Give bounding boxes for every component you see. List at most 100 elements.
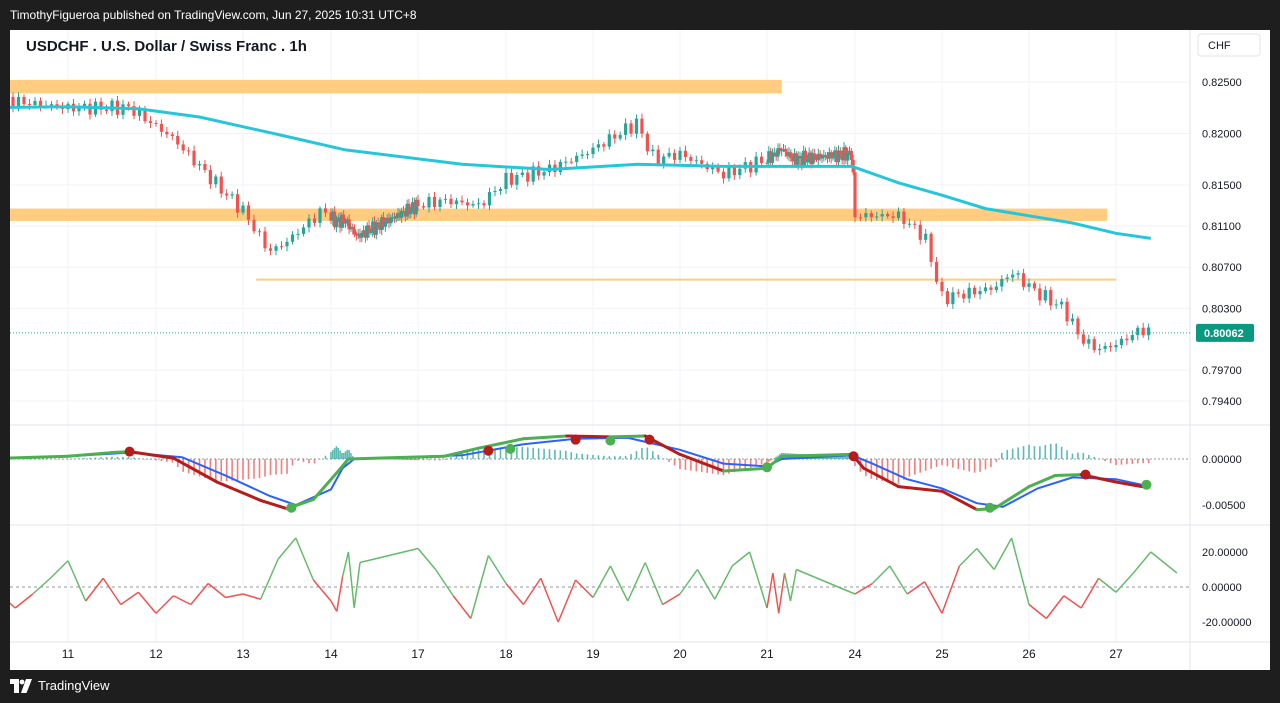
currency-button[interactable]: CHF (1197, 33, 1261, 57)
candle (263, 226, 267, 252)
candle (683, 145, 688, 162)
macd-histogram-bar (635, 451, 638, 459)
candle-body (342, 214, 346, 224)
candle (1054, 299, 1058, 310)
macd-tick-label: -0.00500 (1202, 500, 1245, 512)
candle (443, 194, 448, 204)
candle (1049, 286, 1053, 311)
candle (694, 155, 698, 165)
candle-body (918, 224, 922, 240)
macd-histogram-bar (236, 459, 239, 481)
oscillator-segment (714, 565, 733, 600)
oscillator-segment (277, 537, 297, 560)
macd-cross-marker (1141, 479, 1152, 490)
candle-body (1049, 290, 1053, 306)
candle-body (367, 225, 371, 233)
candle-body (170, 134, 174, 136)
candle (487, 187, 492, 210)
macd-histogram-bar (341, 452, 343, 459)
chart-svg[interactable]: 0.82500 0.82000 0.81500 0.81100 0.80700 0.803… (0, 30, 1270, 670)
candle (531, 162, 535, 185)
macd-histogram-bar (406, 459, 408, 460)
macd-histogram-bar (914, 459, 916, 475)
macd-histogram-bar (335, 446, 338, 459)
candle-body (27, 104, 32, 106)
publish-bar: TimothyFigueroa published on TradingView… (0, 0, 1280, 30)
oscillator-segment (452, 595, 472, 619)
candle (214, 174, 218, 188)
tradingview-brand[interactable]: TradingView (10, 678, 110, 693)
candle (449, 194, 453, 208)
macd-histogram-bar (171, 459, 174, 463)
candle-body (886, 214, 890, 217)
macd-histogram-bar (690, 459, 692, 471)
macd-histogram-bar (1060, 446, 1063, 459)
candle-body (624, 123, 628, 135)
macd-histogram-bar (433, 459, 436, 461)
candle-body (580, 154, 584, 156)
candle (629, 120, 633, 137)
candle (1016, 270, 1020, 280)
oscillator-segment (575, 579, 594, 599)
macd-histogram-bar (319, 459, 321, 460)
macd-histogram-bar (935, 459, 938, 467)
candle (1114, 339, 1118, 352)
candle (934, 257, 939, 285)
macd-histogram-bar (641, 448, 643, 459)
candle-body (564, 161, 568, 163)
candle-body (651, 149, 655, 152)
candle-body (241, 205, 245, 213)
macd-histogram-bar (846, 456, 849, 459)
candle-body (1060, 301, 1064, 305)
macd-histogram-bar (1147, 459, 1150, 464)
macd-histogram-bar (330, 451, 332, 459)
oscillator-segment (923, 581, 943, 614)
macd-histogram-bar (105, 456, 108, 459)
candle (580, 149, 584, 160)
macd-histogram-bar (554, 449, 556, 459)
macd-histogram-bar (116, 456, 119, 459)
candle-body (1147, 327, 1151, 336)
candle (1136, 325, 1140, 341)
candle (613, 130, 617, 144)
macd-histogram-bar (1131, 459, 1134, 464)
candle-body (575, 155, 579, 163)
candle-body (274, 246, 278, 251)
oscillator-segment (85, 577, 104, 602)
candle-body (780, 150, 784, 152)
oscillator-segment (777, 572, 786, 614)
candle-body (831, 156, 835, 159)
time-tick-label: 20 (673, 647, 687, 661)
candle-body (585, 154, 590, 156)
candle (257, 228, 262, 237)
candle (296, 228, 300, 240)
oscillator-segment (854, 582, 873, 595)
macd-histogram-bar (413, 459, 416, 461)
candle (1070, 313, 1075, 325)
macd-histogram-bar (215, 459, 217, 481)
zones (0, 79, 1190, 334)
candle-body (924, 233, 928, 240)
candle-body (509, 172, 514, 185)
candle (471, 200, 475, 208)
candle-body (770, 152, 775, 163)
candle-body (759, 156, 764, 163)
publish-info: TimothyFigueroa published on TradingView… (10, 8, 417, 22)
candle (951, 287, 955, 309)
oscillator-pane (0, 537, 1190, 623)
macd-histogram-bar (225, 459, 228, 482)
macd-histogram-bar (1017, 447, 1019, 459)
candle-body (526, 172, 530, 182)
oscillator-segment (207, 582, 227, 599)
candle-body (352, 229, 357, 235)
oscillator-segment (417, 548, 437, 570)
macd-histogram-bar (684, 459, 687, 470)
candle-body (1032, 283, 1037, 289)
tradingview-logo-icon (10, 678, 32, 693)
oscillator-segment (336, 576, 344, 612)
macd-histogram-bar (771, 459, 774, 460)
macd-histogram-bar (45, 459, 47, 460)
candle-body (400, 210, 404, 218)
macd-line-segment (992, 485, 1031, 511)
macd-histogram-bar (1071, 453, 1074, 459)
